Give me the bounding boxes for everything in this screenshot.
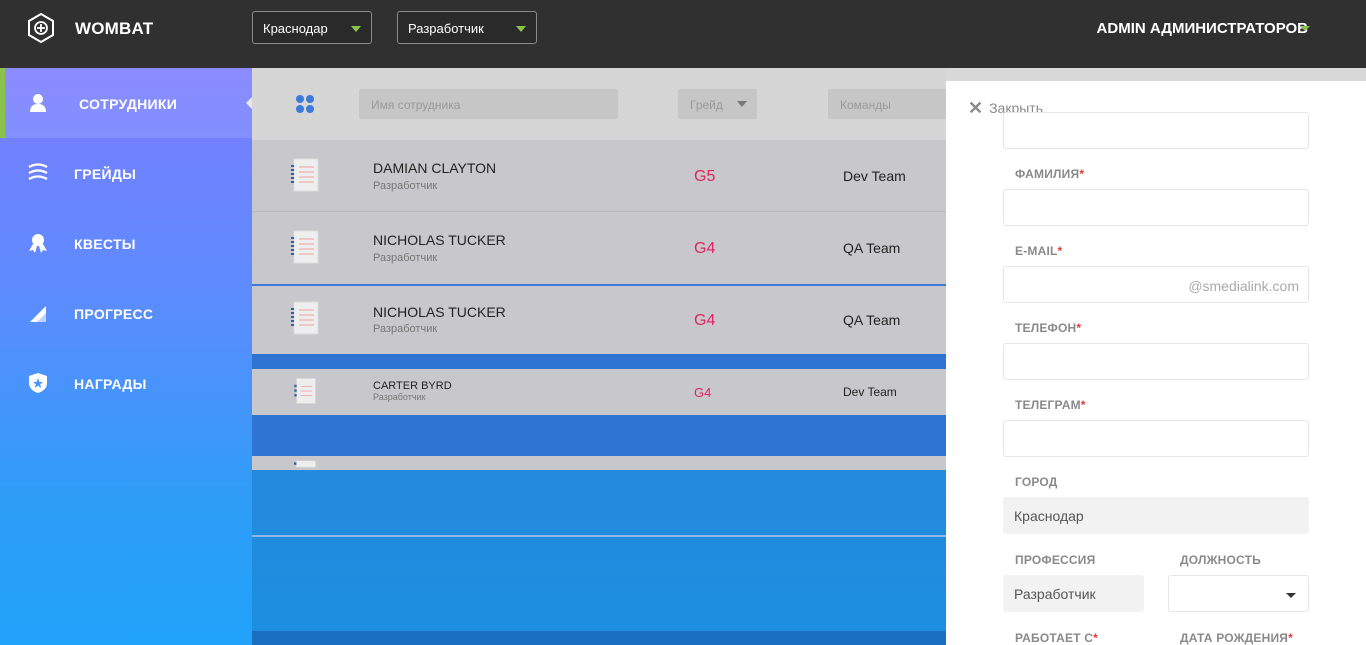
- table-row[interactable]: NICHOLAS TUCKER Разработчик G4 QA Team: [252, 286, 946, 354]
- medal-icon: [29, 234, 47, 253]
- phone-field[interactable]: [1003, 343, 1309, 380]
- teams-filter-input[interactable]: Команды: [828, 89, 946, 119]
- employee-grade: G4: [694, 312, 716, 329]
- surname-field[interactable]: [1003, 189, 1309, 226]
- user-menu-chevron-icon[interactable]: [1300, 26, 1310, 31]
- email-field[interactable]: @smedialink.com: [1003, 266, 1309, 303]
- bottom-band: [252, 631, 946, 645]
- employee-name: NICHOLAS TUCKER: [373, 304, 506, 320]
- role-select-value: Разработчик: [408, 21, 484, 36]
- sidebar-item-rewards[interactable]: НАГРАДЫ: [0, 348, 252, 418]
- grade-filter-placeholder: Грейд: [690, 98, 723, 112]
- city-select-value: Краснодар: [263, 21, 328, 36]
- first-name-field[interactable]: [1003, 112, 1309, 149]
- city-value: Краснодар: [1014, 508, 1084, 524]
- sidebar-item-label: КВЕСТЫ: [74, 236, 136, 252]
- table-row[interactable]: DAMIAN CLAYTON Разработчик G5 Dev Team: [252, 140, 946, 212]
- document-icon: [294, 378, 316, 404]
- sidebar-item-label: ПРОГРЕСС: [74, 306, 154, 322]
- sidebar: СОТРУДНИКИ ГРЕЙДЫ КВЕСТЫ ПРОГРЕСС НАГРАД…: [0, 68, 252, 645]
- sidebar-item-employees[interactable]: СОТРУДНИКИ: [0, 68, 252, 138]
- document-icon: [291, 301, 319, 335]
- employee-role: Разработчик: [373, 323, 438, 335]
- chevron-down-icon: [1286, 593, 1296, 598]
- profession-field: Разработчик: [1003, 575, 1144, 612]
- city-label: ГОРОД: [1015, 475, 1058, 489]
- list-gap: [252, 354, 946, 369]
- table-row[interactable]: CARTER BYRD Разработчик G4 Dev Team: [252, 369, 946, 415]
- position-label: ДОЛЖНОСТЬ: [1180, 553, 1261, 567]
- employee-grade: G5: [694, 168, 716, 185]
- sidebar-item-label: НАГРАДЫ: [74, 376, 147, 392]
- employee-team: Dev Team: [843, 168, 906, 184]
- profession-label: ПРОФЕССИЯ: [1015, 553, 1096, 567]
- employees-list-area: Имя сотрудника Грейд Команды DAMIAN CLAY…: [252, 68, 946, 645]
- phone-label: ТЕЛЕФОН*: [1015, 321, 1082, 335]
- document-icon: [291, 230, 319, 264]
- top-bar: WOMBAT Краснодар Разработчик ADMIN АДМИН…: [0, 0, 1366, 68]
- city-select[interactable]: Краснодар: [252, 11, 372, 44]
- document-icon: [291, 158, 319, 192]
- document-icon: [294, 460, 316, 468]
- city-field: Краснодар: [1003, 497, 1309, 534]
- employee-grade: G4: [694, 385, 712, 400]
- employee-name: CARTER BYRD: [373, 380, 452, 392]
- list-gap: [252, 415, 946, 456]
- divider: [252, 535, 946, 537]
- chevron-down-icon: [516, 26, 526, 32]
- table-row[interactable]: NICHOLAS TUCKER Разработчик G4 QA Team: [252, 212, 946, 286]
- birth-date-label: ДАТА РОЖДЕНИЯ*: [1180, 631, 1294, 645]
- filter-bar: Имя сотрудника Грейд Команды: [252, 68, 946, 140]
- employee-team: Dev Team: [843, 385, 897, 399]
- shield-star-icon: [29, 373, 47, 393]
- telegram-field[interactable]: [1003, 420, 1309, 457]
- employee-role: Разработчик: [373, 252, 438, 264]
- surname-label: ФАМИЛИЯ*: [1015, 167, 1085, 181]
- grid-view-icon[interactable]: [294, 93, 316, 115]
- chevron-down-icon: [351, 26, 361, 32]
- sidebar-item-label: СОТРУДНИКИ: [79, 96, 178, 112]
- user-menu[interactable]: ADMIN АДМИНИСТРАТОРОВ: [1097, 20, 1308, 37]
- role-select[interactable]: Разработчик: [397, 11, 537, 44]
- sidebar-item-grades[interactable]: ГРЕЙДЫ: [0, 138, 252, 208]
- profession-value: Разработчик: [1014, 586, 1096, 602]
- wombat-logo-icon[interactable]: [27, 13, 55, 43]
- sidebar-item-quests[interactable]: КВЕСТЫ: [0, 208, 252, 278]
- works-since-label: РАБОТАЕТ С*: [1015, 631, 1099, 645]
- sidebar-item-progress[interactable]: ПРОГРЕСС: [0, 278, 252, 348]
- employee-team: QA Team: [843, 312, 901, 328]
- panel-top-shade: [946, 68, 1366, 81]
- layers-icon: [28, 163, 48, 180]
- employee-grade: G4: [694, 240, 716, 257]
- table-row-collapsed: [252, 456, 946, 470]
- close-icon: ✕: [968, 98, 984, 118]
- email-domain-suffix: @smedialink.com: [1188, 278, 1299, 294]
- user-icon: [30, 94, 46, 112]
- employee-edit-panel: ✕ Закрыть ФАМИЛИЯ* E-MAIL* @smedialink.co…: [946, 81, 1366, 645]
- sidebar-item-label: ГРЕЙДЫ: [74, 166, 137, 182]
- telegram-label: ТЕЛЕГРАМ*: [1015, 398, 1086, 412]
- employee-role: Разработчик: [373, 392, 426, 402]
- email-label: E-MAIL*: [1015, 244, 1063, 258]
- brand-name: WOMBAT: [75, 19, 154, 38]
- employee-team: QA Team: [843, 240, 901, 256]
- employee-name: DAMIAN CLAYTON: [373, 160, 497, 176]
- position-select[interactable]: [1168, 575, 1309, 612]
- chevron-down-icon: [737, 101, 747, 107]
- signal-icon: [30, 306, 46, 322]
- employee-role: Разработчик: [373, 180, 438, 192]
- grade-filter-select[interactable]: Грейд: [678, 89, 757, 119]
- employee-name-search-input[interactable]: Имя сотрудника: [359, 89, 618, 119]
- employee-name: NICHOLAS TUCKER: [373, 232, 506, 248]
